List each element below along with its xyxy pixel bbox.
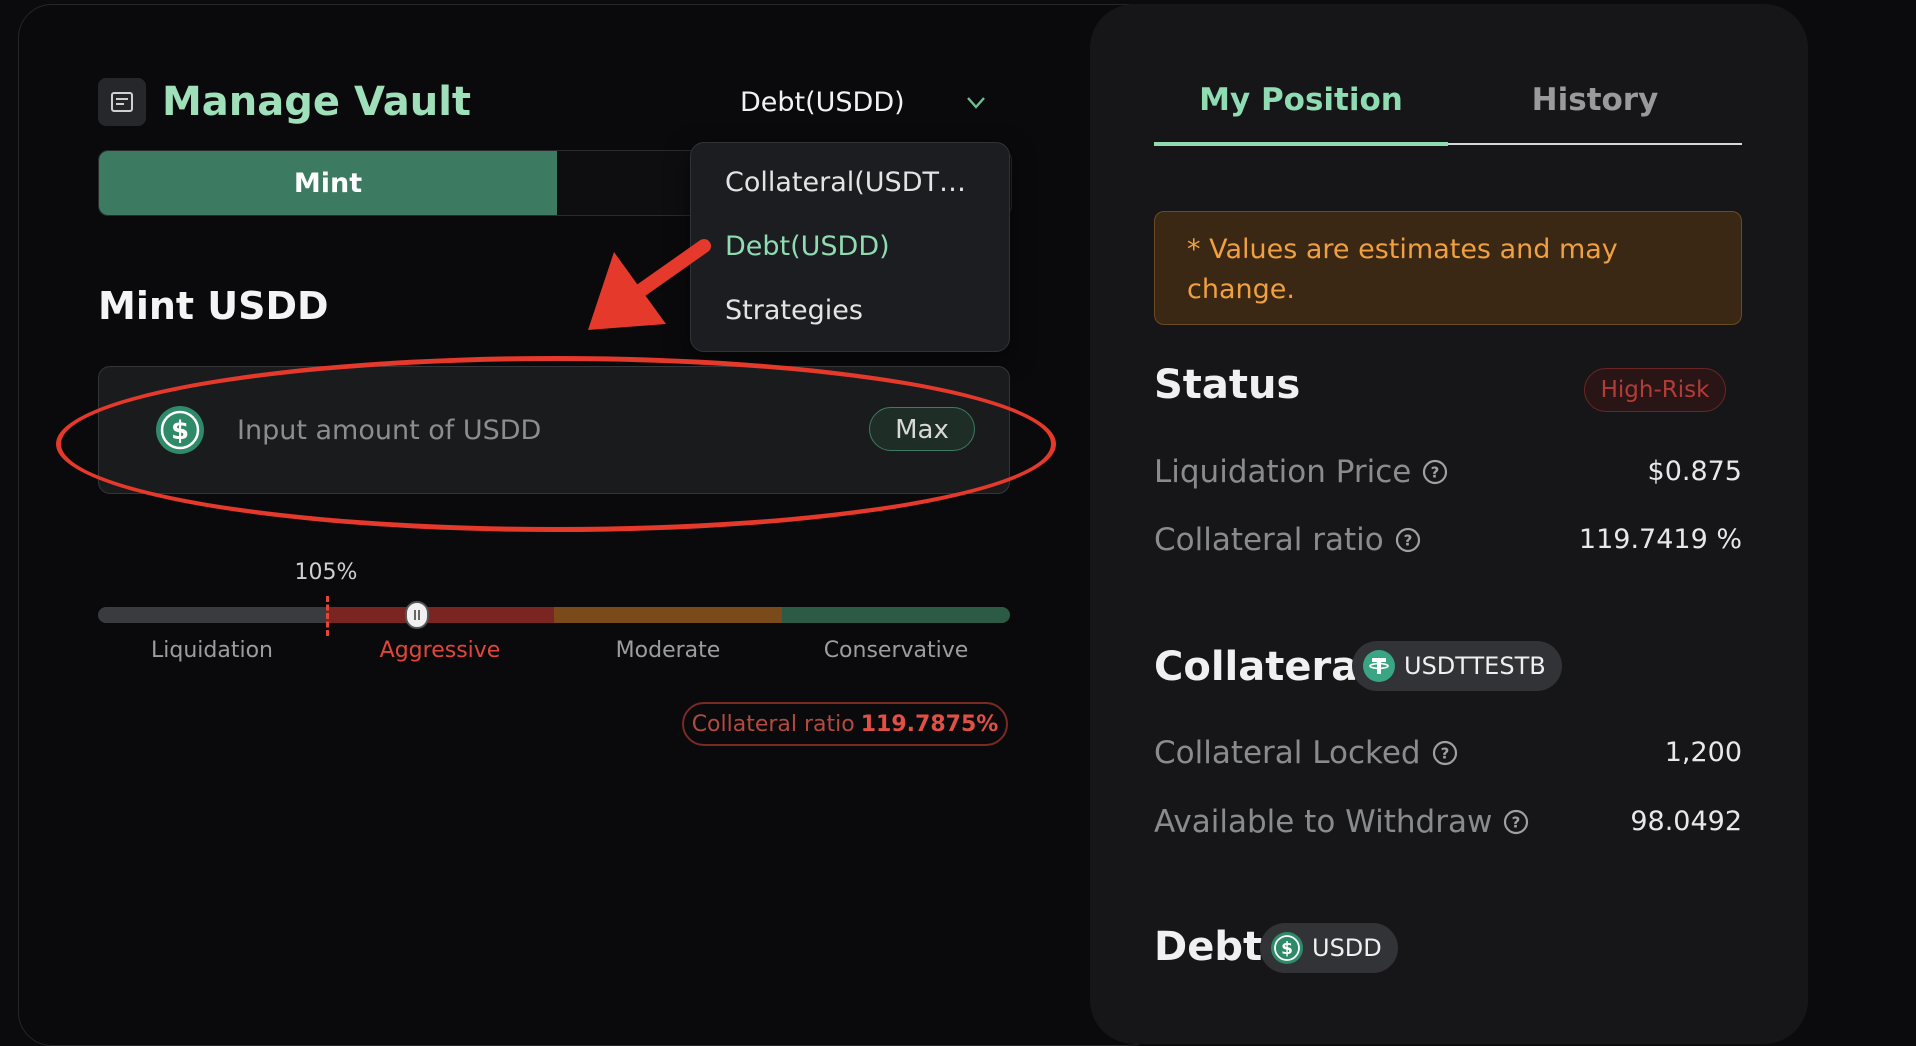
estimate-notice: * Values are estimates and may change.: [1154, 211, 1742, 325]
debt-token-label: USDD: [1312, 934, 1382, 962]
amount-input[interactable]: [235, 405, 799, 455]
section-title: Mint USDD: [98, 284, 329, 328]
section-dropdown[interactable]: Debt(USDD): [740, 78, 1020, 126]
help-icon[interactable]: ?: [1421, 458, 1449, 486]
help-icon[interactable]: ?: [1394, 526, 1422, 554]
usdt-token-icon: [1363, 650, 1395, 682]
zone-bar-moderate: [554, 607, 782, 623]
collateral-ratio-badge: Collateral ratio 119.7875%: [682, 702, 1008, 746]
risk-status-badge: High-Risk: [1584, 368, 1726, 412]
status-heading: Status: [1154, 362, 1301, 408]
collateral-locked-label: Collateral Locked ?: [1154, 731, 1459, 775]
svg-text:?: ?: [1431, 464, 1440, 482]
svg-text:$: $: [171, 416, 189, 446]
active-tab-indicator: [1154, 142, 1448, 146]
collateral-locked-value: 1,200: [1664, 737, 1742, 768]
liquidation-price-text: Liquidation Price: [1154, 454, 1412, 490]
zone-label-liquidation: Liquidation: [151, 638, 273, 663]
collateral-locked-text: Collateral Locked: [1154, 735, 1421, 771]
svg-text:$: $: [1281, 939, 1293, 959]
available-withdraw-text: Available to Withdraw: [1154, 804, 1493, 840]
svg-text:?: ?: [1403, 532, 1412, 550]
chevron-down-icon: [967, 97, 985, 109]
svg-text:?: ?: [1512, 814, 1521, 832]
available-withdraw-label: Available to Withdraw ?: [1154, 800, 1530, 844]
page-title: Manage Vault: [162, 79, 472, 125]
tab-mint[interactable]: Mint: [99, 151, 557, 215]
help-icon[interactable]: ?: [1502, 808, 1530, 836]
dropdown-selected-label: Debt(USDD): [740, 86, 905, 118]
slider-thumb[interactable]: [405, 601, 429, 629]
vault-icon: [98, 78, 146, 126]
tab-my-position[interactable]: My Position: [1154, 74, 1448, 126]
collateral-ratio-text: Collateral ratio: [1154, 522, 1384, 558]
ratio-badge-label: Collateral ratio: [691, 711, 855, 737]
tab-history[interactable]: History: [1448, 74, 1742, 126]
collateral-token-label: USDTTESTB: [1404, 652, 1546, 680]
zone-bar-liquidation: [98, 607, 326, 623]
help-icon[interactable]: ?: [1431, 739, 1459, 767]
svg-text:?: ?: [1440, 745, 1449, 763]
collateral-heading: Collateral: [1154, 644, 1372, 690]
debt-token-pill: $ USDD: [1260, 923, 1398, 973]
zone-bar-conservative: [782, 607, 1010, 623]
collateral-ratio-label: Collateral ratio ?: [1154, 518, 1422, 562]
collateral-ratio-value: 119.7419 %: [1578, 524, 1742, 555]
available-withdraw-value: 98.0492: [1630, 806, 1742, 837]
liquidation-marker-label: 105%: [294, 560, 358, 585]
liquidation-price-label: Liquidation Price ?: [1154, 450, 1449, 494]
debt-heading: Debt: [1154, 924, 1263, 970]
zone-label-moderate: Moderate: [615, 638, 721, 663]
usdd-token-icon: $: [156, 406, 204, 454]
collateral-token-pill: USDTTESTB: [1352, 641, 1562, 691]
zone-label-aggressive: Aggressive: [379, 638, 501, 663]
menu-item-collateral[interactable]: Collateral(USDT…: [725, 163, 966, 203]
liquidation-price-value: $0.875: [1647, 456, 1742, 487]
menu-item-debt[interactable]: Debt(USDD): [725, 227, 890, 267]
zone-bar-aggressive: [326, 607, 554, 623]
collateral-ratio-slider[interactable]: [98, 607, 1010, 623]
menu-item-strategies[interactable]: Strategies: [725, 291, 863, 331]
dropdown-menu: Collateral(USDT… Debt(USDD) Strategies: [690, 142, 1010, 352]
ratio-badge-value: 119.7875%: [860, 711, 999, 737]
liquidation-threshold-line: [326, 596, 329, 636]
usdd-token-icon: $: [1271, 932, 1303, 964]
amount-input-box: $ Max: [98, 366, 1010, 494]
zone-label-conservative: Conservative: [823, 638, 969, 663]
max-button[interactable]: Max: [869, 407, 975, 451]
